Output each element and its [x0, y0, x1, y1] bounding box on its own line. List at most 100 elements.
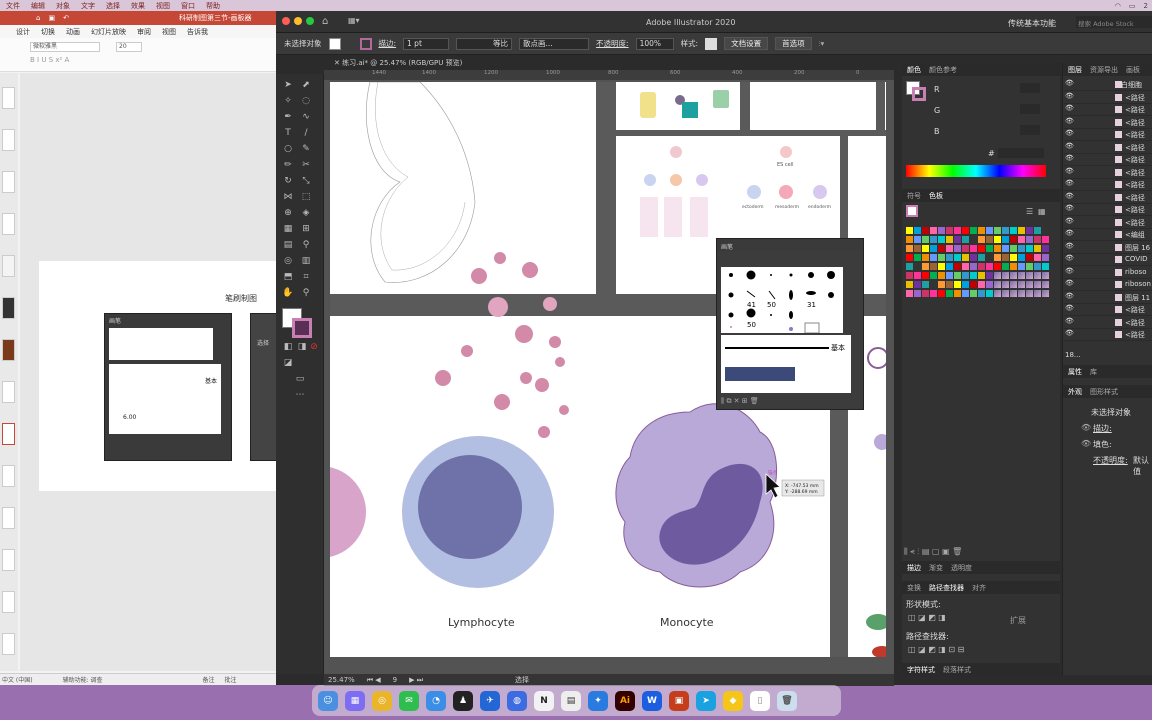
free-transform-tool-icon[interactable]: ⬚ — [300, 192, 312, 202]
color-swatch[interactable] — [1010, 227, 1017, 234]
stroke-color-box[interactable] — [292, 318, 312, 338]
color-swatch[interactable] — [954, 263, 961, 270]
menu-window[interactable]: 窗口 — [181, 1, 195, 11]
slide-thumb[interactable] — [2, 87, 15, 109]
gradient-mode-icon[interactable]: ◨ — [296, 342, 308, 352]
illustrator-icon[interactable]: Ai — [615, 690, 635, 711]
color-swatch[interactable] — [1010, 245, 1017, 252]
color-swatch[interactable] — [914, 263, 921, 270]
slide-thumb[interactable] — [2, 591, 15, 613]
color-swatch[interactable] — [930, 254, 937, 261]
visibility-eye-icon[interactable]: 👁 — [1065, 179, 1074, 187]
more-tools-icon[interactable]: ⋯ — [294, 390, 306, 400]
magic-wand-tool-icon[interactable]: ✧ — [282, 96, 294, 106]
visibility-eye-icon[interactable]: 👁 — [1065, 242, 1074, 250]
status-comments[interactable]: 批注 — [225, 675, 237, 684]
tab-align[interactable]: 对齐 — [972, 583, 986, 593]
hex-input[interactable] — [998, 148, 1044, 158]
layer-row[interactable]: 👁 <路径 — [1063, 217, 1152, 229]
color-swatch[interactable] — [1042, 245, 1049, 252]
finder-icon[interactable]: ☺ — [318, 690, 338, 711]
xcode-icon[interactable]: ✦ — [588, 690, 608, 711]
tab-gradient[interactable]: 渐变 — [929, 563, 943, 573]
color-swatch[interactable] — [930, 272, 937, 279]
graph-tool-icon[interactable]: ▥ — [300, 256, 312, 266]
color-swatch[interactable] — [938, 281, 945, 288]
color-swatch[interactable] — [906, 290, 913, 297]
menu-file[interactable]: 文件 — [6, 1, 20, 11]
color-swatch[interactable] — [906, 254, 913, 261]
visibility-eye-icon[interactable]: 👁 — [1065, 192, 1074, 200]
color-swatch[interactable] — [922, 290, 929, 297]
color-swatch[interactable] — [1034, 272, 1041, 279]
color-swatch[interactable] — [922, 263, 929, 270]
scissors-tool-icon[interactable]: ✂ — [300, 160, 312, 170]
color-swatch[interactable] — [994, 281, 1001, 288]
color-swatch[interactable] — [986, 227, 993, 234]
color-swatch[interactable] — [954, 281, 961, 288]
color-swatch[interactable] — [986, 254, 993, 261]
tab-review[interactable]: 审阅 — [137, 27, 151, 37]
color-swatch[interactable] — [994, 272, 1001, 279]
color-swatch[interactable] — [1010, 272, 1017, 279]
color-swatch[interactable] — [906, 227, 913, 234]
home-icon[interactable]: ⌂ — [36, 14, 40, 22]
tab-properties[interactable]: 属性 — [1068, 367, 1082, 377]
color-swatch[interactable] — [978, 245, 985, 252]
color-swatch[interactable] — [962, 236, 969, 243]
zoom-window-button[interactable] — [306, 17, 314, 25]
artboard-canvas[interactable]: ES cell ectoderm mesoderm endoderm Lymph… — [330, 82, 886, 657]
color-swatch[interactable] — [1018, 254, 1025, 261]
battery-icon[interactable]: ▭ — [1129, 2, 1136, 10]
slide-thumb-active[interactable] — [2, 423, 15, 445]
tab-transparency[interactable]: 透明度 — [951, 563, 972, 573]
color-swatch[interactable] — [978, 263, 985, 270]
scale-tool-icon[interactable]: ⤡ — [300, 176, 312, 186]
eyedropper-tool-icon[interactable]: ⚲ — [300, 240, 312, 250]
color-swatch[interactable] — [978, 236, 985, 243]
color-swatch[interactable] — [978, 227, 985, 234]
layer-row[interactable]: 👁 <路径 — [1063, 92, 1152, 104]
home-icon[interactable]: ⌂ — [322, 16, 328, 27]
appearance-opacity-label[interactable]: 不透明度: — [1093, 455, 1128, 466]
visibility-eye-icon[interactable]: 👁 — [1065, 129, 1074, 137]
app-icon[interactable]: ◍ — [507, 690, 527, 711]
color-swatch[interactable] — [914, 236, 921, 243]
visibility-eye-icon[interactable]: 👁 — [1065, 79, 1074, 87]
visibility-eye-icon[interactable]: 👁 — [1065, 167, 1074, 175]
color-swatch[interactable] — [914, 272, 921, 279]
wifi-icon[interactable]: ◠ — [1115, 2, 1121, 10]
color-swatch[interactable] — [946, 281, 953, 288]
color-swatch[interactable] — [914, 227, 921, 234]
slide-thumb[interactable] — [2, 465, 15, 487]
blend-tool-icon[interactable]: ◎ — [282, 256, 294, 266]
color-swatch[interactable] — [1010, 290, 1017, 297]
swatch-fill-stroke[interactable] — [906, 205, 918, 217]
mail-icon[interactable]: ✈ — [480, 690, 500, 711]
color-swatch[interactable] — [906, 281, 913, 288]
undo-icon[interactable]: ↶ — [63, 14, 69, 22]
color-swatch[interactable] — [962, 254, 969, 261]
channel-g-input[interactable] — [1020, 104, 1040, 114]
color-swatch[interactable] — [946, 263, 953, 270]
artboard-number[interactable]: 9 — [393, 676, 397, 684]
tab-char-style[interactable]: 字符样式 — [907, 665, 935, 675]
color-swatch[interactable] — [962, 272, 969, 279]
color-swatch[interactable] — [946, 272, 953, 279]
color-swatch[interactable] — [962, 281, 969, 288]
gradient-tool-icon[interactable]: ▤ — [282, 240, 294, 250]
list-view-icon[interactable]: ☰ — [1026, 207, 1033, 216]
menu-edit[interactable]: 编辑 — [31, 1, 45, 11]
layer-row[interactable]: 👁 图层 11 — [1063, 292, 1152, 304]
color-swatch[interactable] — [906, 236, 913, 243]
color-swatch[interactable] — [1018, 227, 1025, 234]
color-swatch[interactable] — [954, 254, 961, 261]
color-swatch[interactable] — [1042, 263, 1049, 270]
color-swatch[interactable] — [1042, 290, 1049, 297]
close-window-button[interactable] — [282, 17, 290, 25]
color-swatch[interactable] — [970, 254, 977, 261]
slide-thumb[interactable] — [2, 213, 15, 235]
prev-artboard-icon[interactable]: ⏮ ◀ — [367, 676, 381, 685]
close-tab-icon[interactable]: ✕ — [334, 59, 342, 67]
layer-row[interactable]: 👁 图层 16 — [1063, 242, 1152, 254]
